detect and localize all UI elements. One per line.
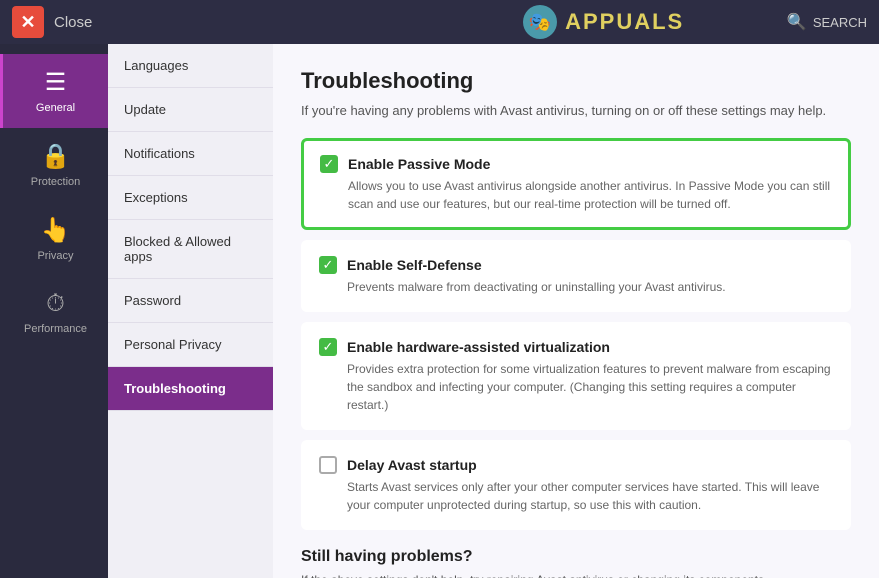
menu-sidebar: Languages Update Notifications Exception… <box>108 44 273 578</box>
main-layout: ☰ General 🔒 Protection 👆 Privacy ⏱ Perfo… <box>0 44 879 578</box>
setting-passive-mode-desc: Allows you to use Avast antivirus alongs… <box>348 177 832 213</box>
checkbox-delay-startup[interactable] <box>319 456 337 474</box>
content-area: Troubleshooting If you're having any pro… <box>273 44 879 578</box>
still-problems-section: Still having problems? If the above sett… <box>301 548 851 578</box>
checkbox-virtualization[interactable]: ✓ <box>319 338 337 356</box>
menu-item-troubleshooting[interactable]: Troubleshooting <box>108 367 273 411</box>
sidebar-item-performance[interactable]: ⏱ Performance <box>0 276 108 349</box>
setting-delay-startup-title: Delay Avast startup <box>347 457 477 473</box>
setting-passive-mode-title: Enable Passive Mode <box>348 156 490 172</box>
close-label: Close <box>54 14 420 31</box>
general-label: General <box>36 102 75 114</box>
setting-virtualization: ✓ Enable hardware-assisted virtualizatio… <box>301 322 851 430</box>
menu-item-notifications[interactable]: Notifications <box>108 132 273 176</box>
checkbox-self-defense[interactable]: ✓ <box>319 256 337 274</box>
general-icon: ☰ <box>45 68 67 97</box>
close-button[interactable]: ✕ <box>12 6 44 38</box>
search-icon: 🔍 <box>787 12 807 32</box>
setting-virtualization-desc: Provides extra protection for some virtu… <box>347 360 833 414</box>
menu-item-personal-privacy[interactable]: Personal Privacy <box>108 323 273 367</box>
setting-delay-startup-header: Delay Avast startup <box>319 456 833 474</box>
menu-item-blocked-allowed[interactable]: Blocked & Allowed apps <box>108 220 273 279</box>
menu-item-update[interactable]: Update <box>108 88 273 132</box>
setting-self-defense: ✓ Enable Self-Defense Prevents malware f… <box>301 240 851 312</box>
titlebar: ✕ Close 🎭 APPUALS 🔍 SEARCH <box>0 0 879 44</box>
setting-virtualization-title: Enable hardware-assisted virtualization <box>347 339 610 355</box>
still-problems-title: Still having problems? <box>301 548 851 566</box>
sidebar-item-privacy[interactable]: 👆 Privacy <box>0 202 108 276</box>
setting-self-defense-title: Enable Self-Defense <box>347 257 482 273</box>
setting-delay-startup: Delay Avast startup Starts Avast service… <box>301 440 851 530</box>
setting-passive-mode: ✓ Enable Passive Mode Allows you to use … <box>301 138 851 230</box>
menu-item-languages[interactable]: Languages <box>108 44 273 88</box>
icon-sidebar: ☰ General 🔒 Protection 👆 Privacy ⏱ Perfo… <box>0 44 108 578</box>
page-subtitle: If you're having any problems with Avast… <box>301 102 851 120</box>
logo-icon: 🎭 <box>523 5 557 39</box>
setting-self-defense-header: ✓ Enable Self-Defense <box>319 256 833 274</box>
page-title: Troubleshooting <box>301 68 851 94</box>
performance-icon: ⏱ <box>46 290 65 318</box>
sidebar-item-general[interactable]: ☰ General <box>0 54 108 128</box>
protection-icon: 🔒 <box>41 142 71 171</box>
setting-self-defense-desc: Prevents malware from deactivating or un… <box>347 278 833 296</box>
setting-virtualization-header: ✓ Enable hardware-assisted virtualizatio… <box>319 338 833 356</box>
setting-passive-mode-header: ✓ Enable Passive Mode <box>320 155 832 173</box>
menu-item-exceptions[interactable]: Exceptions <box>108 176 273 220</box>
privacy-icon: 👆 <box>41 216 71 245</box>
performance-label: Performance <box>24 323 87 335</box>
checkbox-passive-mode[interactable]: ✓ <box>320 155 338 173</box>
still-problems-desc: If the above settings don't help, try re… <box>301 572 851 578</box>
sidebar-item-protection[interactable]: 🔒 Protection <box>0 128 108 202</box>
privacy-label: Privacy <box>37 250 73 262</box>
search-area[interactable]: 🔍 SEARCH <box>787 12 867 32</box>
setting-delay-startup-desc: Starts Avast services only after your ot… <box>347 478 833 514</box>
protection-label: Protection <box>31 176 81 188</box>
menu-item-password[interactable]: Password <box>108 279 273 323</box>
logo-text: APPUALS <box>565 9 684 35</box>
search-label: SEARCH <box>813 15 867 30</box>
logo-area: 🎭 APPUALS <box>420 5 786 39</box>
